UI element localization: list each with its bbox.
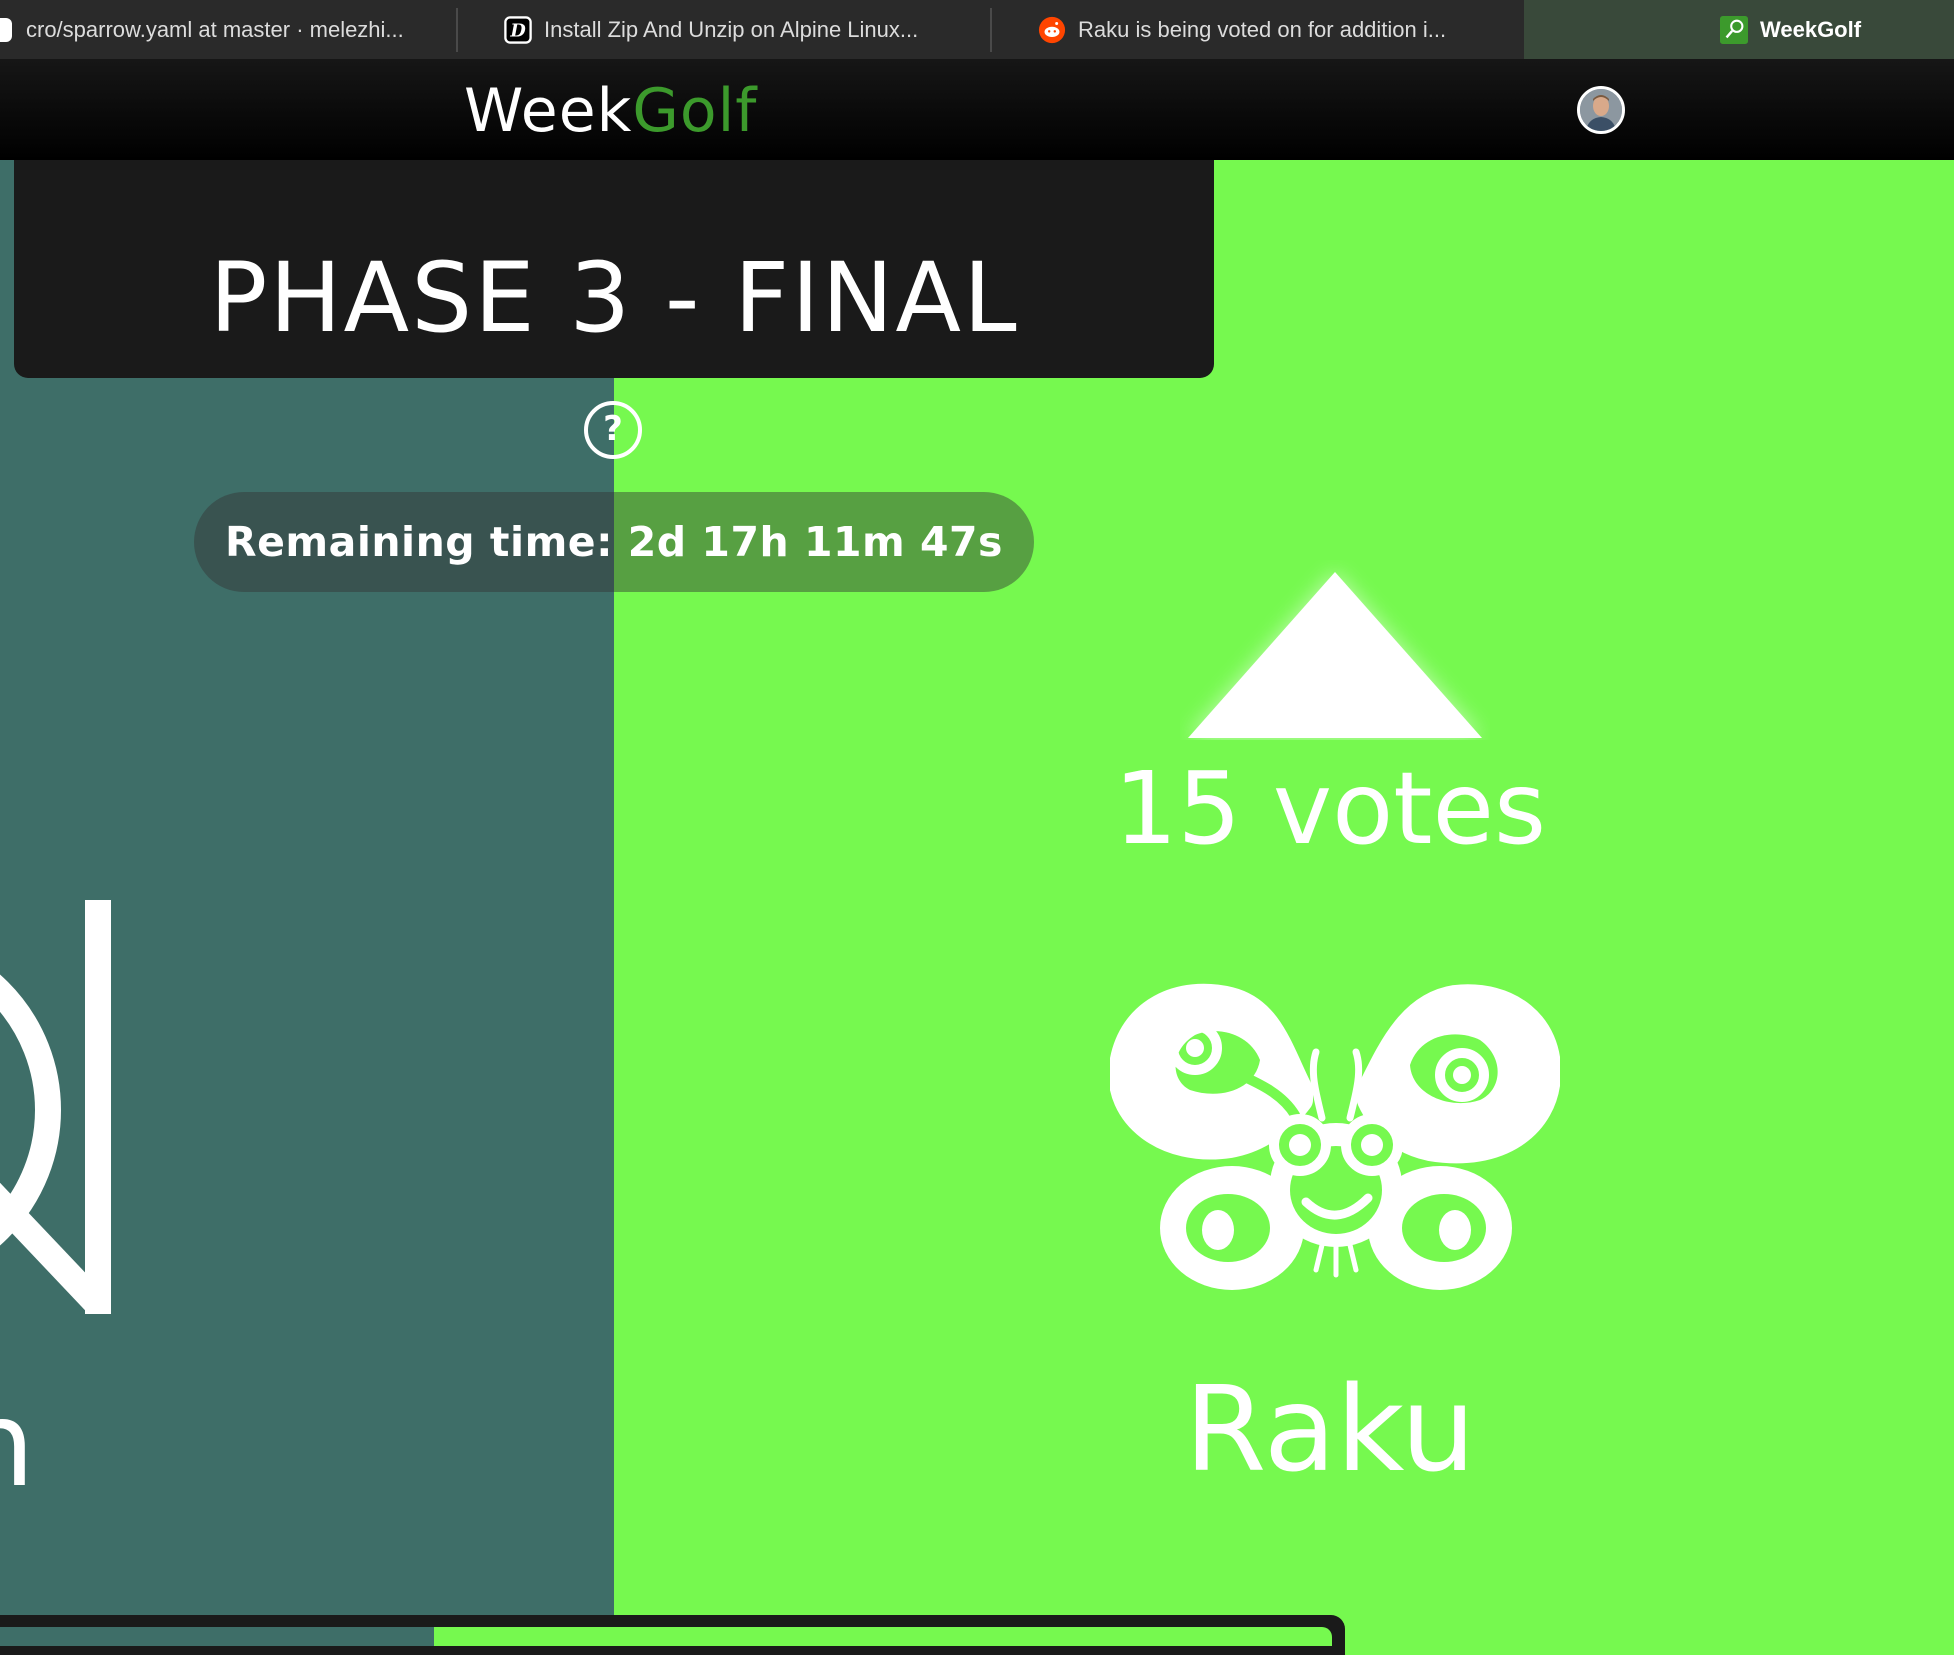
reddit-icon	[1038, 16, 1066, 44]
browser-tab-reddit[interactable]: Raku is being voted on for addition i...	[992, 0, 1524, 59]
browser-tab-github[interactable]: cro/sparrow.yaml at master · melezhi...	[0, 0, 458, 59]
question-circle-icon[interactable]: ?	[584, 401, 642, 459]
phase-title: PHASE 3 - FINAL	[209, 242, 1019, 354]
camelia-butterfly-icon	[1110, 983, 1560, 1290]
app-header: WeekGolf	[0, 60, 1954, 160]
phase-banner: PHASE 3 - FINAL	[14, 160, 1214, 378]
bottom-bar-left-segment	[0, 1627, 434, 1646]
tab-title: WeekGolf	[1760, 16, 1862, 42]
dev-icon: D	[504, 15, 532, 44]
bottom-bar-right-segment	[434, 1627, 1332, 1646]
user-avatar[interactable]	[1577, 86, 1625, 134]
left-language-name: n	[0, 1375, 35, 1513]
browser-tab-weekgolf[interactable]: WeekGolf	[1524, 0, 1954, 59]
avatar-image	[1580, 89, 1622, 131]
upvote-arrow-icon[interactable]	[1180, 560, 1490, 740]
logo-golf: Golf	[632, 76, 758, 146]
browser-tab-strip: cro/sparrow.yaml at master · melezhi... …	[0, 0, 1954, 60]
github-icon	[0, 16, 14, 44]
browser-tab-dev[interactable]: D Install Zip And Unzip on Alpine Linux.…	[458, 0, 992, 59]
voting-area: es n PHASE 3 - FINAL ? Remaining time: 2…	[0, 160, 1954, 1655]
weekgolf-logo[interactable]: WeekGolf	[464, 76, 757, 146]
tab-title: Install Zip And Unzip on Alpine Linux...	[544, 16, 919, 42]
remaining-time-text: Remaining time: 2d 17h 11m 47s	[225, 518, 1003, 566]
remaining-time-pill: Remaining time: 2d 17h 11m 47s	[194, 492, 1034, 592]
svg-text:D: D	[509, 20, 526, 41]
left-language-logo	[0, 900, 111, 1314]
weekgolf-icon	[1720, 15, 1748, 44]
right-votes-count: 15 votes	[1113, 750, 1547, 867]
right-language-name: Raku	[1184, 1360, 1476, 1498]
logo-week: Week	[464, 76, 633, 146]
tab-title: Raku is being voted on for addition i...	[1078, 16, 1447, 42]
tab-title: cro/sparrow.yaml at master · melezhi...	[26, 16, 404, 42]
left-candidate-panel[interactable]: es n	[0, 160, 614, 1615]
